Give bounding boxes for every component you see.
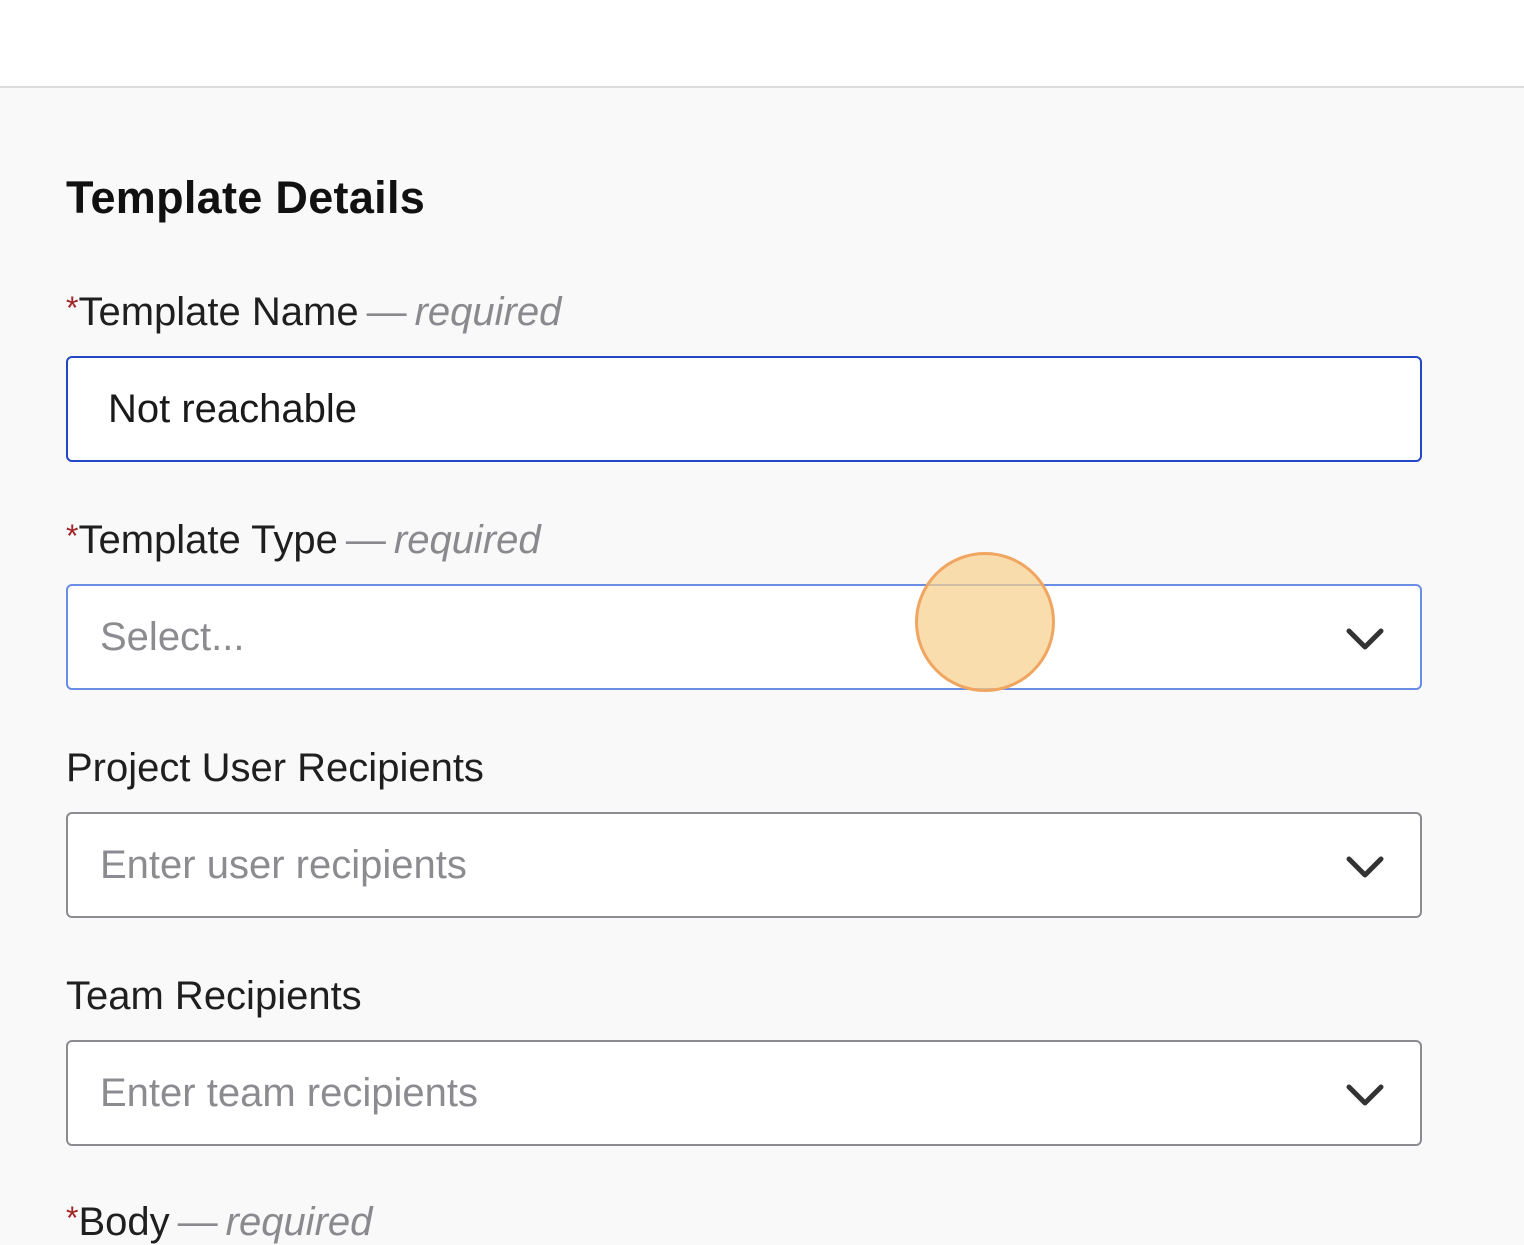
template-name-value: Not reachable — [108, 386, 358, 431]
required-marker: * — [66, 290, 79, 326]
project-user-recipients-label-text: Project User Recipients — [66, 746, 484, 790]
team-recipients-label: Team Recipients — [66, 974, 362, 1019]
team-recipients-placeholder: Enter team recipients — [100, 1070, 478, 1115]
team-recipients-label-text: Team Recipients — [66, 974, 362, 1018]
template-type-placeholder: Select... — [100, 614, 245, 659]
body-label-text: Body — [78, 1200, 170, 1244]
chevron-down-icon[interactable] — [1346, 855, 1384, 879]
template-type-label: *Template Type — required — [66, 518, 541, 563]
team-recipients-select[interactable]: Enter team recipients — [66, 1040, 1422, 1146]
required-note: required — [393, 518, 541, 562]
required-note: required — [414, 290, 562, 334]
template-name-label: *Template Name — required — [66, 290, 561, 335]
section-title: Template Details — [66, 172, 426, 223]
project-user-recipients-label: Project User Recipients — [66, 746, 484, 791]
label-dash: — — [366, 290, 407, 334]
top-bar — [0, 0, 1524, 88]
required-marker: * — [66, 518, 79, 554]
project-user-recipients-placeholder: Enter user recipients — [100, 842, 467, 887]
template-type-select[interactable]: Select... — [66, 584, 1422, 690]
body-label: *Body — required — [66, 1200, 372, 1245]
required-note: required — [225, 1200, 373, 1244]
chevron-down-icon[interactable] — [1346, 1083, 1384, 1107]
label-dash: — — [345, 518, 386, 562]
project-user-recipients-select[interactable]: Enter user recipients — [66, 812, 1422, 918]
chevron-down-icon[interactable] — [1346, 627, 1384, 651]
required-marker: * — [66, 1200, 79, 1236]
template-name-label-text: Template Name — [78, 290, 359, 334]
template-type-label-text: Template Type — [78, 518, 338, 562]
template-name-input[interactable]: Not reachable — [66, 356, 1422, 462]
label-dash: — — [177, 1200, 218, 1244]
